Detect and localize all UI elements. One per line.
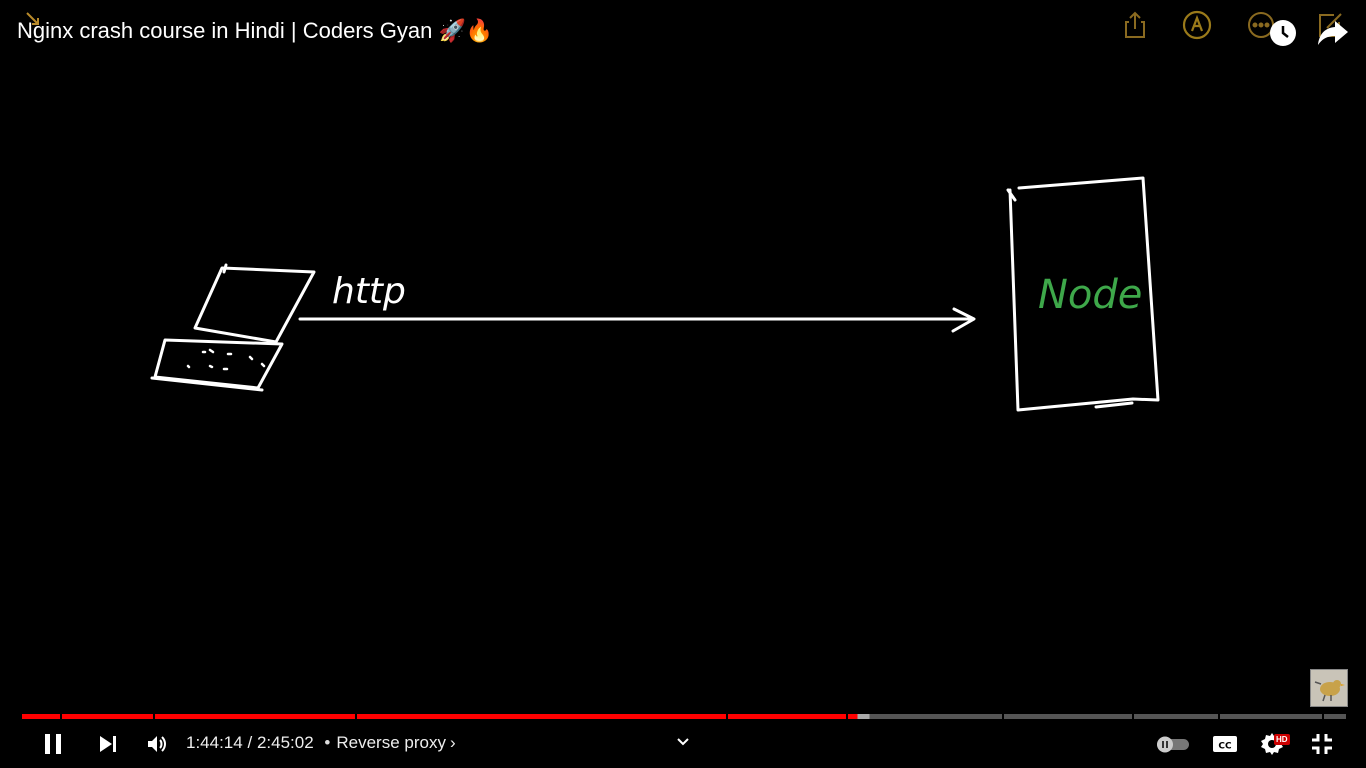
captions-button[interactable]: CC: [1210, 730, 1240, 758]
chapter-title[interactable]: Reverse proxy: [336, 733, 446, 752]
http-label: http: [332, 271, 406, 312]
chapter-segment[interactable]: [848, 714, 1002, 719]
annotation-icon[interactable]: [1180, 8, 1214, 42]
watch-later-icon[interactable]: [1268, 18, 1298, 48]
laptop-drawing: [193, 263, 316, 344]
hd-badge: HD: [1274, 734, 1290, 745]
volume-icon: [148, 736, 166, 752]
arrow-line: [298, 307, 976, 333]
current-time: 1:44:14: [186, 733, 243, 752]
chapter-chevron-icon[interactable]: ›: [450, 733, 456, 752]
chapter-segment[interactable]: [728, 714, 846, 719]
video-frame[interactable]: http Node: [0, 0, 1366, 768]
channel-watermark[interactable]: [1310, 669, 1348, 707]
chapter-segment[interactable]: [1004, 714, 1132, 719]
time-separator: /: [247, 733, 253, 752]
chevron-down-icon[interactable]: [672, 728, 694, 756]
node-label: Node: [1038, 272, 1142, 318]
time-display: 1:44:14 / 2:45:02 • Reverse proxy ›: [186, 733, 456, 753]
svg-text:CC: CC: [1218, 742, 1232, 752]
duration: 2:45:02: [256, 733, 314, 752]
chapter-segment[interactable]: [62, 714, 153, 719]
chapter-segment[interactable]: [22, 714, 60, 719]
chapter-segment[interactable]: [1220, 714, 1322, 719]
autoplay-toggle[interactable]: [1152, 730, 1192, 758]
captions-icon: CC: [1213, 736, 1237, 752]
control-bar: 1:44:14 / 2:45:02 • Reverse proxy › CC: [0, 722, 1366, 768]
share-arrow-icon[interactable]: [1316, 16, 1350, 48]
pause-button[interactable]: [38, 730, 68, 758]
chapter-segment[interactable]: [1324, 714, 1346, 719]
exit-fullscreen-button[interactable]: [1308, 730, 1336, 758]
title-bar: Nginx crash course in Hindi | Coders Gya…: [0, 0, 1366, 64]
pause-icon: [45, 734, 61, 754]
chapter-separator: •: [324, 733, 331, 752]
volume-button[interactable]: [143, 730, 171, 758]
chapter-segment[interactable]: [155, 714, 355, 719]
next-button[interactable]: [94, 730, 122, 758]
chapter-segment[interactable]: [357, 714, 726, 719]
exit-fullscreen-icon: [1312, 734, 1332, 754]
progress-bar[interactable]: [22, 714, 1346, 719]
chapter-segment[interactable]: [1134, 714, 1218, 719]
video-player[interactable]: http Node Nginx crash course in Hindi | …: [0, 0, 1366, 768]
next-icon: [100, 736, 116, 752]
video-title[interactable]: Nginx crash course in Hindi | Coders Gya…: [17, 18, 493, 44]
share-icon[interactable]: [1118, 8, 1152, 42]
